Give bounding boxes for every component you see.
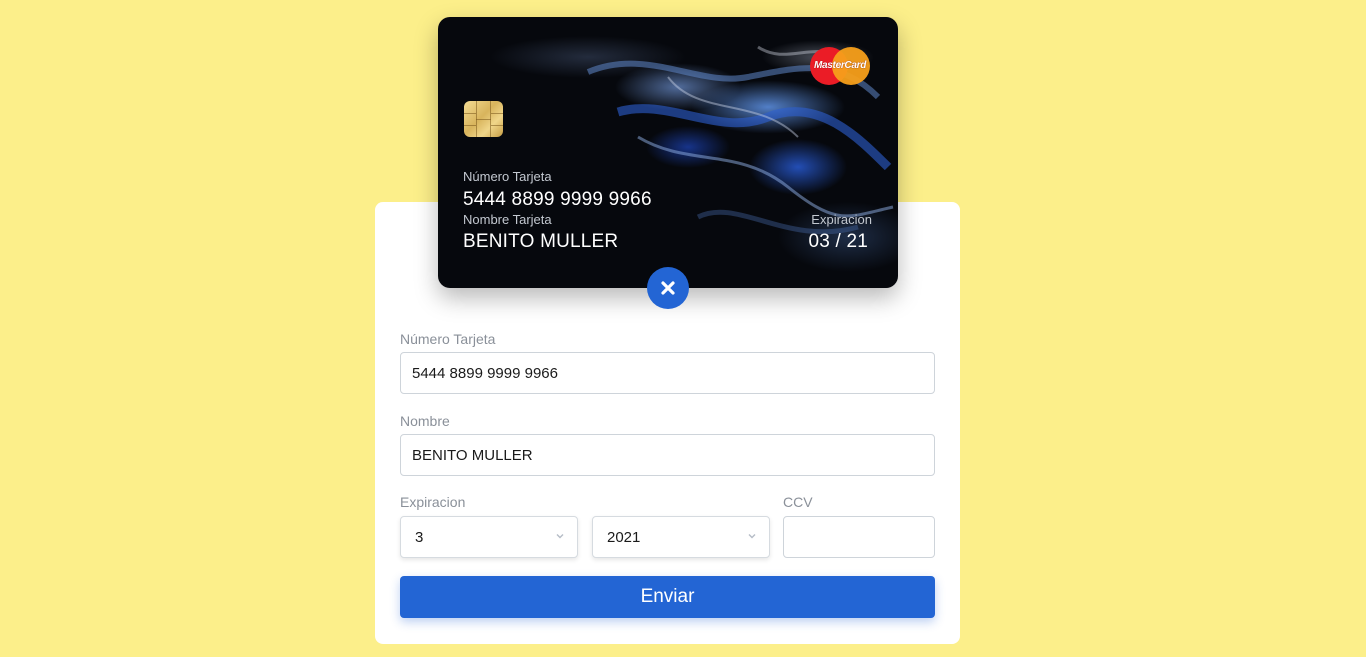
card-name-display: BENITO MULLER [463,231,619,252]
card-expiry-display: 03 / 21 [808,231,868,252]
card-number-display: 5444 8899 9999 9966 [463,189,652,210]
card-expiry-label: Expiracion [811,212,872,227]
chevron-down-icon [556,534,564,539]
credit-card-preview[interactable]: MasterCard Número Tarjeta 5444 8899 9999… [438,17,898,288]
close-icon [661,281,675,295]
card-brand: MasterCard [813,60,867,71]
name-input[interactable]: BENITO MULLER [400,434,935,476]
month-selected-value: 3 [415,528,424,546]
expiry-year-select[interactable]: 2021 [592,516,770,558]
chip-icon [464,101,503,137]
card-number-field-label: Número Tarjeta [400,331,496,347]
card-number-label: Número Tarjeta [463,169,552,184]
mastercard-logo: MasterCard [810,47,870,85]
ccv-field-label: CCV [783,494,813,510]
card-name-label: Nombre Tarjeta [463,212,552,227]
submit-button[interactable]: Enviar [400,576,935,618]
expiry-field-label: Expiracion [400,494,466,510]
ccv-input[interactable] [783,516,935,558]
card-number-input[interactable]: 5444 8899 9999 9966 [400,352,935,394]
chevron-down-icon [748,534,756,539]
year-selected-value: 2021 [607,528,641,546]
expiry-month-select[interactable]: 3 [400,516,578,558]
close-button[interactable] [647,267,689,309]
name-field-label: Nombre [400,413,450,429]
